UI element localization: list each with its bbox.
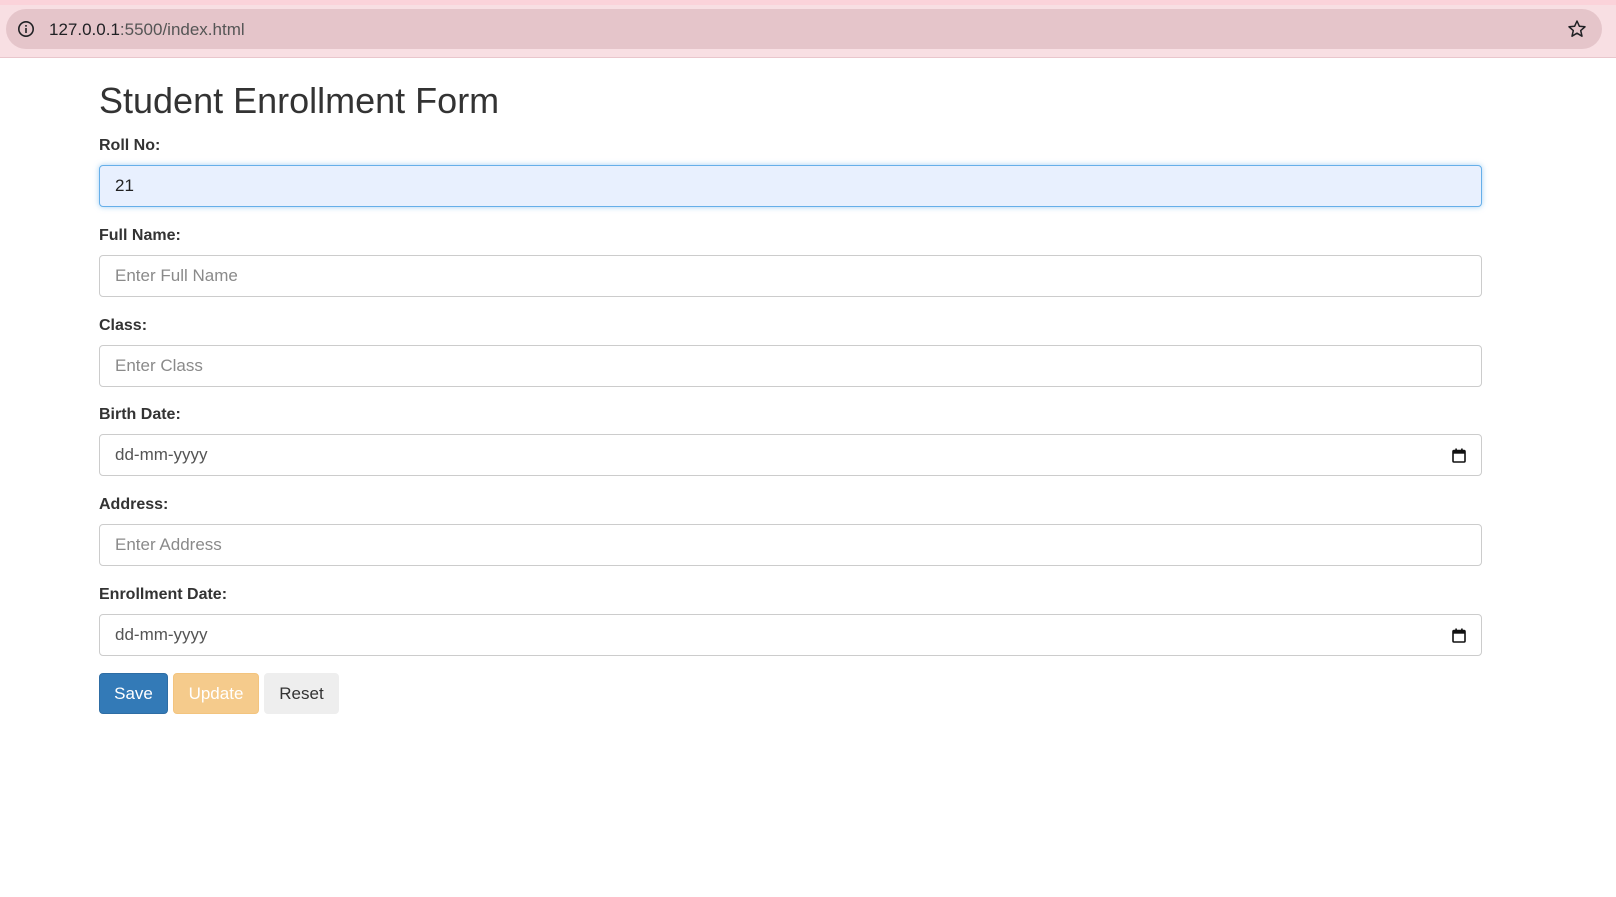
form-group-enrollment-date: Enrollment Date: dd-mm-yyyy bbox=[99, 585, 1482, 656]
enrollment-date-placeholder: dd-mm-yyyy bbox=[115, 625, 208, 644]
calendar-icon[interactable] bbox=[1451, 447, 1467, 463]
tab-strip-edge bbox=[0, 0, 1616, 5]
birth-date-placeholder: dd-mm-yyyy bbox=[115, 445, 208, 464]
class-placeholder: Enter Class bbox=[115, 356, 203, 375]
birth-date-input[interactable]: dd-mm-yyyy bbox=[99, 434, 1482, 476]
address-bar[interactable]: 127.0.0.1:5500/index.html bbox=[6, 9, 1602, 49]
form-group-birth-date: Birth Date: dd-mm-yyyy bbox=[99, 405, 1482, 476]
roll-no-input[interactable]: 21 bbox=[99, 165, 1482, 207]
form-group-roll-no: Roll No: 21 bbox=[99, 136, 1482, 207]
address-input[interactable]: Enter Address bbox=[99, 524, 1482, 566]
address-label: Address: bbox=[99, 496, 169, 513]
info-icon[interactable] bbox=[16, 19, 36, 39]
birth-date-label: Birth Date: bbox=[99, 406, 181, 423]
calendar-icon[interactable] bbox=[1451, 627, 1467, 643]
update-button[interactable]: Update bbox=[173, 673, 259, 714]
url-text[interactable]: 127.0.0.1:5500/index.html bbox=[49, 20, 245, 40]
class-input[interactable]: Enter Class bbox=[99, 345, 1482, 387]
full-name-label: Full Name: bbox=[99, 227, 181, 244]
form-group-class: Class: Enter Class bbox=[99, 316, 1482, 387]
url-path: :5500/index.html bbox=[119, 20, 245, 39]
form-buttons: Save Update Reset bbox=[99, 673, 339, 714]
page-title: Student Enrollment Form bbox=[99, 80, 500, 121]
save-button[interactable]: Save bbox=[99, 673, 168, 714]
class-label: Class: bbox=[99, 317, 148, 334]
reset-button[interactable]: Reset bbox=[264, 673, 339, 714]
star-icon[interactable] bbox=[1566, 18, 1588, 40]
enrollment-date-input[interactable]: dd-mm-yyyy bbox=[99, 614, 1482, 656]
form-group-address: Address: Enter Address bbox=[99, 495, 1482, 566]
browser-toolbar: 127.0.0.1:5500/index.html bbox=[0, 0, 1616, 58]
form-container: Student Enrollment Form Roll No: 21 Full… bbox=[99, 58, 1482, 714]
url-host: 127.0.0.1 bbox=[49, 20, 120, 39]
full-name-input[interactable]: Enter Full Name bbox=[99, 255, 1482, 297]
enrollment-date-label: Enrollment Date: bbox=[99, 586, 228, 603]
full-name-placeholder: Enter Full Name bbox=[115, 266, 238, 285]
address-placeholder: Enter Address bbox=[115, 535, 222, 554]
form-group-full-name: Full Name: Enter Full Name bbox=[99, 226, 1482, 297]
roll-no-value: 21 bbox=[115, 176, 134, 195]
roll-no-label: Roll No: bbox=[99, 137, 161, 154]
